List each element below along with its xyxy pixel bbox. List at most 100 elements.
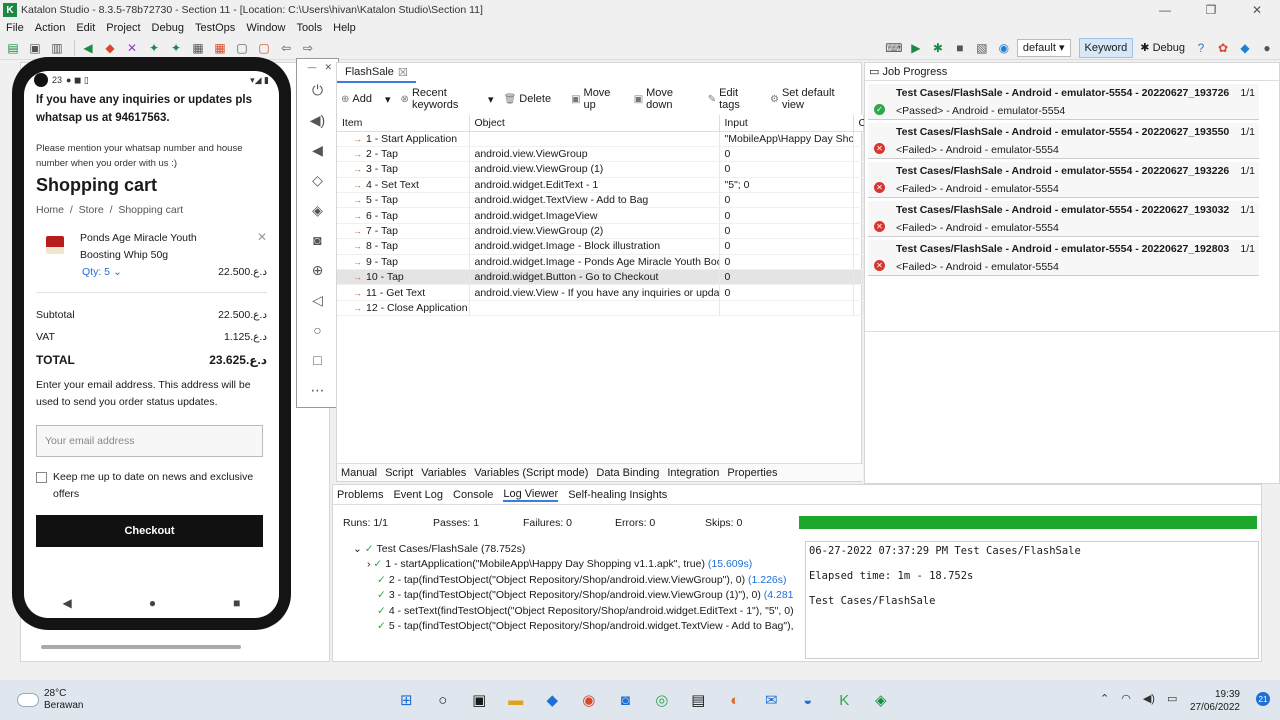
back-icon[interactable]: ⇦ [277, 39, 295, 57]
restore-icon[interactable]: ❐ [1188, 0, 1234, 20]
new-icon[interactable]: ▤ [4, 39, 22, 57]
step-input[interactable]: 0 [719, 223, 854, 240]
job-entry[interactable]: ✓ Test Cases/FlashSale - Android - emula… [868, 84, 1259, 120]
tree-node[interactable]: ✓ 4 - setText(findTestObject("Object Repo… [353, 605, 793, 620]
horizontal-scrollbar[interactable] [41, 645, 241, 649]
step-item[interactable]: 4 - Set Text [337, 177, 470, 194]
tree-node[interactable]: ✓ 2 - tap(findTestObject("Object Reposito… [353, 574, 793, 589]
zoom-icon[interactable]: ⊕ [307, 255, 329, 285]
add-button[interactable]: ⊕ Add ▾ [341, 93, 391, 106]
step-object[interactable]: android.widget.Image - Ponds Age Miracle… [469, 254, 720, 271]
column-header-item[interactable]: Item [337, 115, 470, 132]
notepad-icon[interactable]: ▤ [680, 686, 717, 714]
tab-close-icon[interactable]: ☒ [398, 66, 408, 79]
step-item[interactable]: 10 - Tap [337, 269, 470, 286]
step-object[interactable]: android.widget.ImageView [469, 207, 720, 224]
step-item[interactable]: 5 - Tap [337, 192, 470, 209]
step-object[interactable]: android.widget.EditText - 1 [469, 177, 720, 194]
file-explorer-icon[interactable]: ▬ [498, 686, 535, 714]
step-item[interactable]: 7 - Tap [337, 223, 470, 240]
save-icon[interactable]: ▣ [26, 39, 44, 57]
outlook-icon[interactable]: ◙ [607, 686, 644, 714]
katalon-taskbar-icon[interactable]: K [826, 686, 863, 714]
set-default-view-button[interactable]: ⚙ Set default view [770, 87, 851, 111]
more-icon[interactable]: ⋯ [307, 375, 329, 405]
tab-console[interactable]: Console [453, 489, 493, 501]
step-input[interactable]: 0 [719, 192, 854, 209]
step-item[interactable]: 8 - Tap [337, 238, 470, 255]
breadcrumb-home[interactable]: Home [36, 204, 64, 216]
close-icon[interactable]: ✕ [1234, 0, 1280, 20]
whatsapp-icon[interactable]: ◎ [644, 686, 681, 714]
profile-select[interactable]: default ▾ [1016, 38, 1071, 57]
debug-run-icon[interactable]: ✱ [929, 39, 947, 57]
step-input[interactable] [719, 300, 854, 317]
report-icon[interactable]: ▧ [973, 39, 991, 57]
spy-windows-icon[interactable]: ▢ [233, 39, 251, 57]
nav-recents-icon[interactable]: ■ [233, 596, 240, 610]
nav-back-icon[interactable]: ◀ [63, 596, 72, 610]
chrome-icon[interactable]: ◉ [571, 686, 608, 714]
step-input[interactable]: 0 [719, 146, 854, 163]
mail-icon[interactable]: ✉ [753, 686, 790, 714]
search-icon[interactable]: ○ [425, 686, 462, 714]
step-input[interactable]: 0 [719, 161, 854, 178]
delete-button[interactable]: 🗑 Delete [504, 93, 562, 105]
step-input[interactable]: 0 [719, 238, 854, 255]
power-icon[interactable]: ⏻ [307, 75, 329, 105]
back-icon[interactable]: ◁ [307, 285, 329, 315]
gift-icon[interactable]: ✿ [1214, 39, 1232, 57]
newsletter-label[interactable]: Keep me up to date on news and exclusive… [53, 469, 267, 503]
step-item[interactable]: 12 - Close Application [337, 300, 470, 317]
weather-widget[interactable]: 28°C Berawan [18, 688, 83, 712]
plugin-icon[interactable]: ✕ [123, 39, 141, 57]
column-header-extra[interactable]: C [853, 115, 866, 132]
tab-self-healing[interactable]: Self-healing Insights [568, 489, 667, 501]
job-entry[interactable]: ✕ Test Cases/FlashSale - Android - emula… [868, 240, 1259, 276]
start-icon[interactable]: ⊞ [388, 686, 425, 714]
chevron-up-icon[interactable]: ⌃ [1100, 692, 1109, 705]
step-input[interactable]: 0 [719, 207, 854, 224]
tab-script[interactable]: Script [385, 467, 413, 479]
emulator-minimize-icon[interactable]: — [307, 62, 316, 75]
tab-manual[interactable]: Manual [341, 467, 377, 479]
collapse-icon[interactable]: ⌄ [353, 543, 365, 555]
rotate-left-icon[interactable]: ◇ [307, 165, 329, 195]
menu-help[interactable]: Help [333, 22, 356, 34]
table-row[interactable]: 7 - Tapandroid.view.ViewGroup (2)0 [337, 223, 864, 240]
step-object[interactable] [469, 300, 720, 317]
product-name[interactable]: Ponds Age Miracle Youth Boosting Whip 50… [80, 230, 230, 264]
spy-web-icon[interactable]: ✦ [145, 39, 163, 57]
wifi-icon[interactable]: ◠ [1121, 692, 1131, 705]
step-item[interactable]: 6 - Tap [337, 207, 470, 224]
table-row[interactable]: 6 - Tapandroid.widget.ImageView0 [337, 207, 864, 224]
column-header-object[interactable]: Object [469, 115, 720, 132]
step-input[interactable]: "5"; 0 [719, 177, 854, 194]
step-object[interactable]: android.view.ViewGroup (1) [469, 161, 720, 178]
clock[interactable]: 19:39 27/06/2022 [1190, 688, 1240, 714]
notification-badge[interactable]: 21 [1256, 692, 1270, 706]
tab-variables-script[interactable]: Variables (Script mode) [474, 467, 588, 479]
table-row[interactable]: 9 - Tapandroid.widget.Image - Ponds Age … [337, 254, 864, 271]
job-entry[interactable]: ✕ Test Cases/FlashSale - Android - emula… [868, 123, 1259, 159]
table-row[interactable]: 1 - Start Application "MobileApp\Happy Da… [337, 131, 864, 147]
table-row[interactable]: 2 - Tapandroid.view.ViewGroup0 [337, 146, 864, 163]
step-item[interactable]: 2 - Tap [337, 146, 470, 163]
overview-icon[interactable]: □ [307, 345, 329, 375]
step-input[interactable]: 0 [719, 269, 854, 286]
tab-flashsale[interactable]: FlashSale ☒ [337, 63, 416, 83]
vscode-icon[interactable]: ◆ [534, 686, 571, 714]
step-input[interactable]: 0 [719, 284, 854, 301]
table-row[interactable]: 8 - Tapandroid.widget.Image - Block illu… [337, 238, 864, 255]
newsletter-checkbox[interactable] [36, 472, 47, 483]
menu-window[interactable]: Window [246, 22, 285, 34]
table-row-selected[interactable]: 10 - Tapandroid.widget.Button - Go to Ch… [337, 269, 864, 286]
step-input[interactable]: "MobileApp\Happy Day Shop [719, 131, 854, 147]
menu-debug[interactable]: Debug [152, 22, 184, 34]
log-detail-pane[interactable]: 06-27-2022 07:37:29 PM Test Cases/FlashS… [805, 541, 1259, 659]
table-row[interactable]: 5 - Tapandroid.widget.TextView - Add to … [337, 192, 864, 209]
tree-root[interactable]: ⌄ ✓ Test Cases/FlashSale (78.752s) [353, 543, 793, 558]
job-entry[interactable]: ✕ Test Cases/FlashSale - Android - emula… [868, 162, 1259, 198]
record-windows-icon[interactable]: ▢ [255, 39, 273, 57]
checkout-button[interactable]: Checkout [36, 515, 263, 547]
